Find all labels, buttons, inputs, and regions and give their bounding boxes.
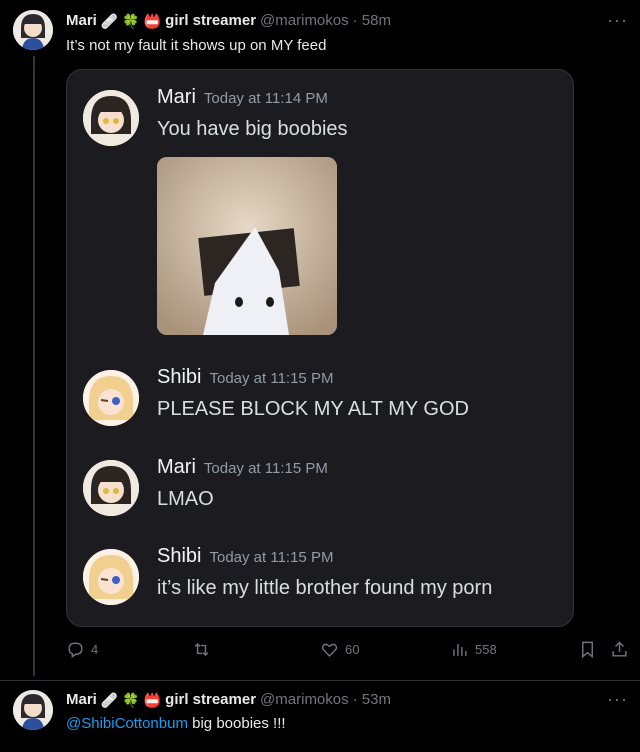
like-button[interactable]: 60: [320, 640, 359, 659]
bandage-emoji: 🩹: [100, 12, 119, 29]
chat-message-text: LMAO: [157, 488, 214, 510]
views-icon: [453, 643, 467, 656]
tweet-header: Mari 🩹 🍀 📛 girl streamer @marimokos · 53…: [66, 691, 391, 708]
bookmark-icon: [582, 641, 593, 659]
tweet-text: It’s not my fault it shows up on MY feed: [66, 37, 327, 54]
avatar: [83, 460, 139, 516]
tweet-time[interactable]: · 58m: [353, 12, 391, 29]
like-count: 60: [345, 642, 360, 657]
reply-button[interactable]: 4: [66, 640, 98, 659]
tweet-actions: 4 60 558: [66, 640, 632, 664]
author-name-suffix[interactable]: girl streamer: [165, 691, 256, 708]
tweet-text: @ShibiCottonbum big boobies !!!: [66, 715, 286, 732]
retweet-button[interactable]: [192, 640, 217, 659]
author-name[interactable]: Mari: [66, 691, 97, 708]
chat-message-text: You have big boobies: [157, 118, 348, 140]
reply-icon: [68, 642, 83, 659]
view-count: 558: [475, 642, 497, 657]
clover-emoji: 🍀: [122, 12, 140, 29]
more-options-icon[interactable]: ···: [607, 689, 628, 710]
bookmark-button[interactable]: [578, 640, 597, 659]
clover-emoji: 🍀: [122, 691, 140, 708]
chat-username: Shibi Today at 11:15 PM: [157, 545, 334, 567]
avatar[interactable]: [13, 690, 53, 730]
reply-count: 4: [91, 642, 99, 657]
chat-image: [157, 157, 337, 335]
tweet-time[interactable]: · 53m: [353, 691, 391, 708]
author-handle[interactable]: @marimokos: [260, 691, 349, 708]
avatar: [83, 370, 139, 426]
author-name-suffix[interactable]: girl streamer: [165, 12, 256, 29]
share-button[interactable]: [610, 640, 629, 659]
author-handle[interactable]: @marimokos: [260, 12, 349, 29]
mention-link[interactable]: @ShibiCottonbum: [66, 715, 188, 732]
chat-username: Mari Today at 11:14 PM: [157, 86, 328, 108]
chat-message-text: PLEASE BLOCK MY ALT MY GOD: [157, 398, 469, 420]
chat-username: Shibi Today at 11:15 PM: [157, 366, 334, 388]
avatar: [83, 90, 139, 146]
name-badge-emoji: 📛: [143, 691, 162, 708]
name-badge-emoji: 📛: [143, 12, 162, 29]
chat-message-text: it’s like my little brother found my por…: [157, 577, 493, 599]
heart-icon: [321, 643, 338, 657]
views-button[interactable]: 558: [450, 640, 497, 659]
avatar: [83, 549, 139, 605]
retweet-icon: [194, 642, 209, 657]
tweet-header: Mari 🩹 🍀 📛 girl streamer @marimokos · 58…: [66, 12, 391, 29]
chat-username: Mari Today at 11:15 PM: [157, 456, 328, 478]
author-name[interactable]: Mari: [66, 12, 97, 29]
avatar[interactable]: [13, 10, 53, 50]
more-options-icon[interactable]: ···: [607, 10, 628, 31]
bandage-emoji: 🩹: [100, 691, 119, 708]
attached-image[interactable]: Mari Today at 11:14 PM You have big boobi…: [66, 69, 574, 627]
share-icon: [612, 641, 627, 657]
thread-line: [33, 56, 35, 676]
tweet[interactable]: Mari 🩹 🍀 📛 girl streamer @marimokos · 58…: [0, 0, 640, 680]
tweet[interactable]: Mari 🩹 🍀 📛 girl streamer @marimokos · 53…: [0, 680, 640, 752]
